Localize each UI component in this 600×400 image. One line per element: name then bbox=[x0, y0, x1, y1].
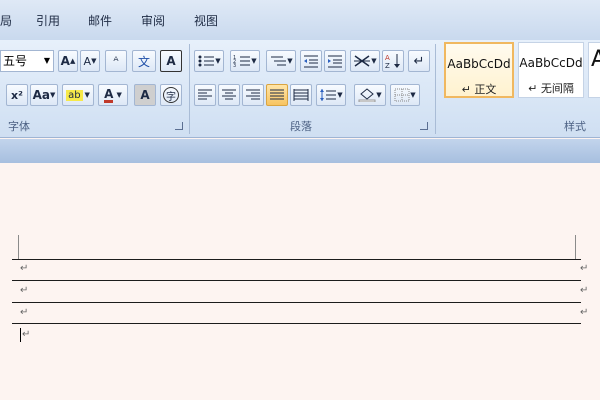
paragraph-group: ▼ 1 2 3 ▼ ▼ ▼ A Z ↵ ▼ ▼ ▼ 段落 bbox=[190, 40, 434, 138]
tab-references[interactable]: 引用 bbox=[36, 12, 60, 29]
paint-bucket-icon bbox=[358, 88, 376, 102]
sort-az-icon: AZ bbox=[385, 54, 400, 69]
outdent-icon bbox=[304, 55, 318, 68]
font-color-icon: A bbox=[104, 86, 114, 103]
margin-corner-left bbox=[18, 235, 19, 259]
font-group: 五号 ▼ A▲ A▼ ᴬ 文 A x² Aa▼ ab▼ A▼ A 字 bbox=[0, 40, 188, 138]
chinese-layout-button[interactable]: ▼ bbox=[350, 50, 380, 72]
style-name: ↵ 无间隔 bbox=[528, 82, 574, 95]
chinese-layout-icon bbox=[354, 55, 371, 67]
char-border-button[interactable]: A bbox=[160, 50, 182, 72]
justify-button[interactable] bbox=[266, 84, 288, 106]
font-size-value: 五号 bbox=[3, 54, 28, 68]
pilcrow-icon: ↵ bbox=[413, 53, 425, 69]
horizontal-rule bbox=[12, 323, 581, 324]
char-shading-button[interactable]: A bbox=[134, 84, 156, 106]
paragraph-dialog-launcher[interactable] bbox=[420, 122, 428, 130]
text-cursor bbox=[20, 328, 21, 342]
align-right-button[interactable] bbox=[242, 84, 264, 106]
multilevel-list-icon bbox=[271, 56, 287, 66]
distributed-button[interactable] bbox=[290, 84, 312, 106]
align-right-icon bbox=[246, 89, 260, 100]
styles-group: AaBbCcDd ↵ 正文 AaBbCcDd ↵ 无间隔 A 样式 bbox=[436, 40, 600, 138]
highlight-button[interactable]: ab ▼ bbox=[62, 84, 94, 106]
align-center-button[interactable] bbox=[218, 84, 240, 106]
margin-corner-right bbox=[575, 235, 576, 259]
align-left-icon bbox=[198, 89, 212, 100]
grow-font-button[interactable]: A ▲ bbox=[58, 50, 78, 72]
tab-layout[interactable]: 局 bbox=[0, 12, 12, 29]
styles-group-label: 样式 bbox=[564, 120, 586, 133]
tab-view[interactable]: 视图 bbox=[194, 12, 218, 29]
ribbon-bottom-strip bbox=[0, 139, 600, 163]
bullet-list-icon bbox=[198, 55, 215, 67]
show-marks-button[interactable]: ↵ bbox=[408, 50, 430, 72]
paragraph-mark: ↵ bbox=[20, 263, 29, 274]
paragraph-mark: ↵ bbox=[580, 285, 589, 296]
phonetic-guide-button[interactable]: 文 bbox=[132, 50, 156, 72]
numbering-button[interactable]: 1 2 3 ▼ bbox=[230, 50, 260, 72]
style-heading[interactable]: A bbox=[588, 42, 600, 98]
svg-text:Z: Z bbox=[385, 62, 390, 69]
multilevel-list-button[interactable]: ▼ bbox=[266, 50, 296, 72]
style-sample: A bbox=[591, 47, 600, 72]
horizontal-rule bbox=[12, 259, 581, 260]
clear-format-button[interactable]: ᴬ bbox=[105, 50, 127, 72]
ribbon: 五号 ▼ A▲ A▼ ᴬ 文 A x² Aa▼ ab▼ A▼ A 字 bbox=[0, 40, 600, 138]
enclose-char-button[interactable]: 字 bbox=[160, 84, 182, 106]
font-dialog-launcher[interactable] bbox=[175, 122, 183, 130]
numbered-list-icon: 1 2 3 bbox=[233, 55, 251, 68]
paragraph-mark: ↵ bbox=[580, 307, 589, 318]
distribute-icon bbox=[293, 89, 309, 101]
paragraph-group-label: 段落 bbox=[290, 120, 312, 133]
paragraph-mark: ↵ bbox=[20, 307, 29, 318]
paragraph-mark: ↵ bbox=[20, 285, 29, 296]
tab-review[interactable]: 审阅 bbox=[141, 12, 165, 29]
border-icon bbox=[394, 88, 410, 102]
ribbon-tabs: 局 引用 邮件 审阅 视图 bbox=[0, 0, 600, 40]
bullets-button[interactable]: ▼ bbox=[194, 50, 224, 72]
paragraph-mark: ↵ bbox=[22, 329, 31, 340]
document-page[interactable]: ↵ ↵ ↵ ↵ ↵ ↵ ↵ bbox=[0, 163, 600, 400]
phonetic-icon: 文 bbox=[137, 54, 150, 69]
change-case-button[interactable]: Aa ▼ bbox=[30, 84, 58, 106]
horizontal-rule bbox=[12, 302, 581, 303]
shading-button[interactable]: ▼ bbox=[354, 84, 386, 106]
tab-mailings[interactable]: 邮件 bbox=[88, 12, 112, 29]
style-name: ↵ 正文 bbox=[461, 83, 497, 96]
paragraph-mark: ↵ bbox=[580, 263, 589, 274]
highlighter-icon: ab bbox=[66, 89, 83, 101]
borders-button[interactable]: ▼ bbox=[390, 84, 420, 106]
align-left-button[interactable] bbox=[194, 84, 216, 106]
style-sample: AaBbCcDd bbox=[447, 57, 511, 71]
increase-indent-button[interactable] bbox=[324, 50, 346, 72]
style-no-spacing[interactable]: AaBbCcDd ↵ 无间隔 bbox=[518, 42, 584, 98]
font-size-select[interactable]: 五号 ▼ bbox=[0, 50, 54, 72]
font-group-label: 字体 bbox=[8, 120, 30, 133]
eraser-icon: ᴬ bbox=[113, 54, 119, 68]
style-normal[interactable]: AaBbCcDd ↵ 正文 bbox=[444, 42, 514, 98]
align-center-icon bbox=[222, 89, 236, 100]
line-spacing-icon bbox=[320, 89, 337, 101]
superscript-button[interactable]: x² bbox=[6, 84, 28, 106]
sort-button[interactable]: AZ bbox=[382, 50, 404, 72]
style-sample: AaBbCcDd bbox=[519, 56, 583, 70]
enclose-icon: 字 bbox=[163, 87, 179, 103]
chevron-down-icon: ▼ bbox=[43, 56, 50, 65]
font-color-button[interactable]: A ▼ bbox=[98, 84, 128, 106]
decrease-indent-button[interactable] bbox=[300, 50, 322, 72]
justify-icon bbox=[270, 89, 284, 100]
indent-icon bbox=[328, 55, 342, 68]
svg-text:A: A bbox=[385, 54, 390, 62]
shrink-font-button[interactable]: A ▼ bbox=[80, 50, 100, 72]
line-spacing-button[interactable]: ▼ bbox=[316, 84, 346, 106]
svg-text:3: 3 bbox=[233, 63, 236, 68]
horizontal-rule bbox=[12, 280, 581, 281]
